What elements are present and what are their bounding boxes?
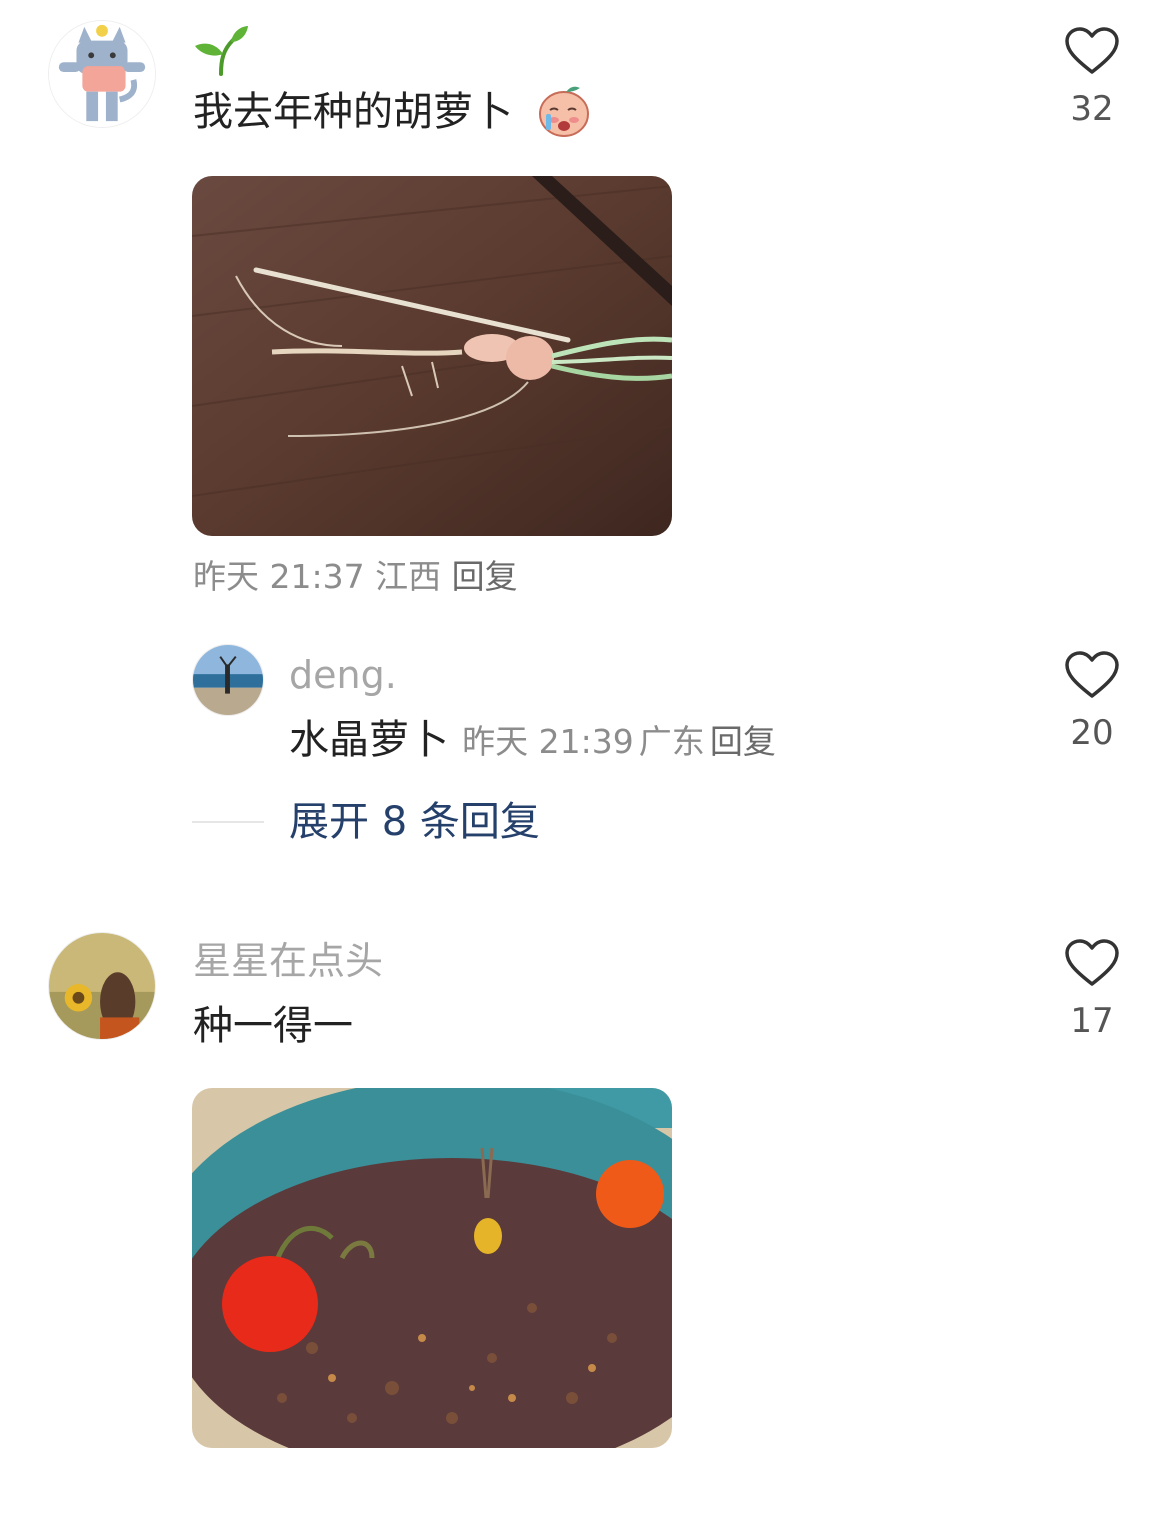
comment-location: 江西 <box>375 557 442 596</box>
comment-content: 我去年种的胡萝卜 <box>193 89 513 135</box>
expand-replies-button[interactable]: 展开 8 条回复 <box>289 802 540 842</box>
like-button[interactable]: 17 <box>1042 938 1142 1038</box>
reply-location: 广东 <box>638 722 705 761</box>
comment-time: 昨天 21:37 <box>193 557 365 596</box>
reply-avatar[interactable] <box>192 644 264 716</box>
avatar[interactable] <box>48 20 156 128</box>
comment-image[interactable] <box>192 1088 672 1448</box>
avatar[interactable] <box>48 932 156 1040</box>
reply-like-button[interactable]: 20 <box>1042 650 1142 750</box>
reply-time: 昨天 21:39 <box>462 722 634 761</box>
reply-button[interactable]: 回复 <box>452 557 518 596</box>
comment-image[interactable] <box>192 176 672 536</box>
like-count: 20 <box>1070 713 1114 753</box>
like-button[interactable]: 32 <box>1042 26 1142 126</box>
crying-peach-sticker-icon <box>536 84 592 138</box>
comment-content: 种一得一 <box>193 1003 353 1049</box>
sprout-icon <box>193 24 249 76</box>
divider <box>192 821 264 823</box>
reply-content: 水晶萝卜 <box>289 717 449 763</box>
reply-username[interactable]: deng. <box>289 656 397 694</box>
heart-icon <box>1065 939 1119 986</box>
reply-reply-button[interactable]: 回复 <box>710 722 776 761</box>
heart-icon <box>1065 27 1119 74</box>
comment-username[interactable]: 星星在点头 <box>193 942 383 980</box>
reply-body: 水晶萝卜 昨天 21:39 广东 回复 <box>289 720 776 760</box>
like-count: 17 <box>1070 1001 1114 1041</box>
heart-icon <box>1065 651 1119 698</box>
like-count: 32 <box>1070 89 1114 129</box>
comment-meta: 昨天 21:37 江西 回复 <box>193 560 518 593</box>
